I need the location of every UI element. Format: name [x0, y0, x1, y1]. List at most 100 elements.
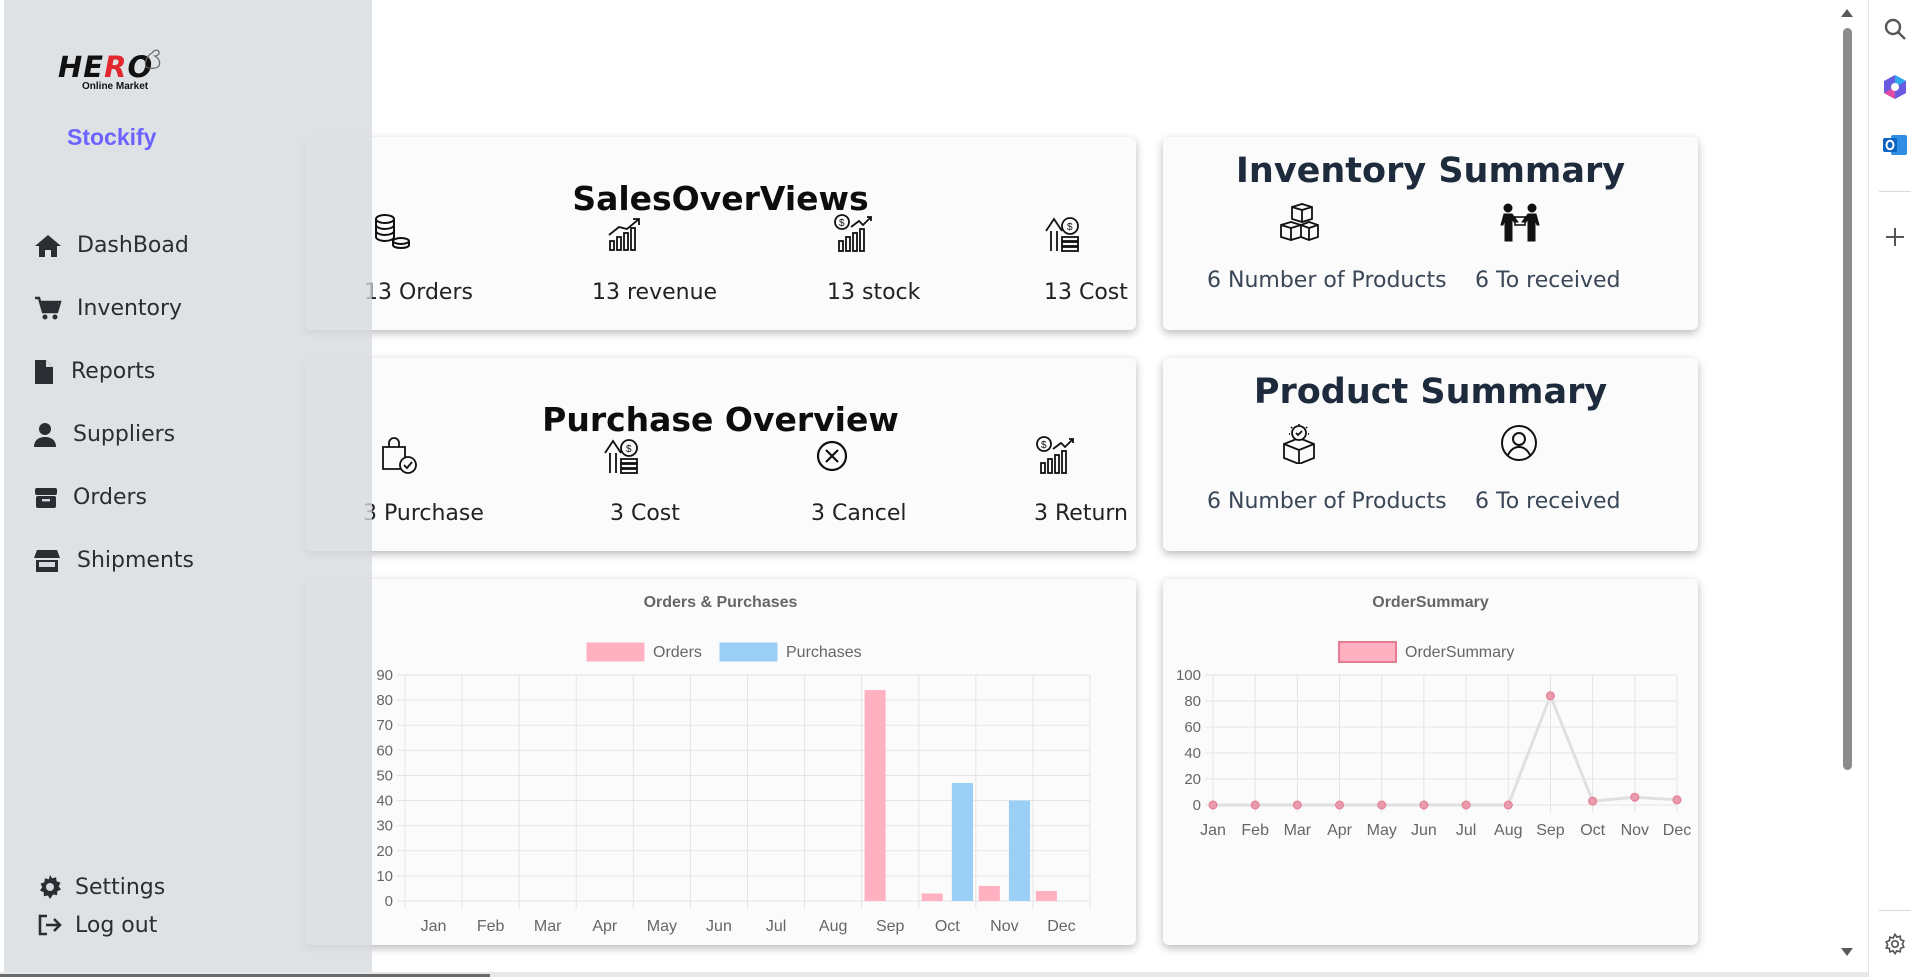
x-tick-label: May [1367, 822, 1397, 839]
sidebar-item-settings[interactable]: Settings [38, 868, 165, 906]
cancel-circle-icon[interactable] [815, 439, 849, 473]
x-tick-label: May [647, 918, 677, 935]
browser-side-panel [1868, 0, 1920, 977]
x-tick-label: Jan [1200, 822, 1226, 839]
sidebar-item-logout[interactable]: Log out [38, 906, 165, 944]
bar-purchases-nov [1008, 800, 1031, 901]
svg-text:$: $ [1067, 222, 1073, 233]
hero-logo[interactable]: HERO Online Market [54, 44, 164, 94]
sidebar-item-shipments[interactable]: Shipments [34, 529, 194, 592]
svg-text:$: $ [839, 218, 845, 229]
point-jun [1419, 800, 1429, 810]
legend-label-ordersummary: OrderSummary [1405, 644, 1514, 661]
user-circle-icon [1501, 425, 1537, 461]
point-may [1377, 800, 1387, 810]
page-scrollbar[interactable] [1838, 0, 1856, 977]
sidebar-item-label: Inventory [77, 296, 183, 321]
x-tick-label: Oct [935, 918, 960, 935]
legend-swatch-ordersummary [1338, 641, 1397, 663]
point-aug [1503, 800, 1513, 810]
sales-revenue-label: 13 revenue [592, 280, 718, 305]
panel-divider [1879, 191, 1911, 192]
x-tick-label: Jan [421, 918, 447, 935]
y-tick-label: 40 [1184, 745, 1201, 762]
inventory-summary-title: Inventory Summary [1235, 151, 1626, 191]
logo-subtitle: Online Market [82, 81, 149, 92]
growth-chart-icon [608, 218, 640, 251]
x-tick-label: Feb [1241, 822, 1269, 839]
purchase-cancel-label: 3 Cancel [811, 501, 907, 526]
search-icon[interactable] [1882, 16, 1908, 42]
y-tick-label: 60 [1184, 719, 1201, 736]
orders-purchases-chart-card: Orders & Purchases Orders Purchases 0 10 20 3… [305, 579, 1136, 945]
point-feb [1250, 800, 1260, 810]
sidebar-item-label: Shipments [77, 548, 194, 573]
x-tick-label: Dec [1663, 822, 1691, 839]
copilot-icon[interactable] [1882, 74, 1908, 100]
sidebar-item-reports[interactable]: Reports [34, 340, 194, 403]
sales-orders-label: 13 Orders [364, 280, 473, 305]
point-jan [1208, 800, 1218, 810]
cost-up-icon: $ [604, 439, 638, 474]
scroll-down-arrow-icon[interactable] [1841, 948, 1853, 956]
y-tick-label: 80 [376, 692, 393, 709]
x-tick-label: Nov [1621, 822, 1649, 839]
svg-text:$: $ [626, 444, 632, 455]
user-icon [34, 422, 68, 447]
y-tick-label: 10 [376, 868, 393, 885]
inventory-products-label: 6 Number of Products [1207, 268, 1447, 293]
legend-swatch-purchases [719, 642, 778, 662]
boxes-icon [1280, 203, 1319, 241]
point-jul [1461, 800, 1471, 810]
point-nov [1630, 792, 1640, 802]
dollar-bars-icon: $ [1036, 436, 1074, 474]
sales-cost-label: 13 Cost [1044, 280, 1128, 305]
x-tick-label: Aug [819, 918, 847, 935]
point-mar [1292, 800, 1302, 810]
dollar-bars-icon: $ [834, 214, 872, 252]
orders-purchases-bar-chart: Orders Purchases 0 10 20 30 40 50 60 70 80 90 Jan Feb… [376, 642, 1091, 935]
x-tick-label: Sep [876, 918, 905, 935]
sidebar: HERO Online Market Stockify DashBoad Inv… [4, 0, 372, 972]
x-tick-label: Nov [990, 918, 1018, 935]
x-tick-label: Jun [706, 918, 732, 935]
shopping-bag-check-icon [382, 437, 417, 474]
brand-name: Stockify [67, 124, 157, 150]
point-apr [1335, 800, 1345, 810]
store-icon [34, 549, 72, 573]
sidebar-item-dashboard[interactable]: DashBoad [34, 214, 194, 277]
x-tick-label: Oct [1580, 822, 1605, 839]
y-tick-label: 0 [1193, 797, 1201, 814]
y-tick-label: 90 [376, 667, 393, 684]
sales-overview-card: SalesOverViews $ $ 13 Orders 13 revenue … [305, 137, 1136, 330]
sidebar-item-inventory[interactable]: Inventory [34, 277, 194, 340]
sidebar-item-label: Log out [75, 912, 158, 938]
y-tick-label: 20 [376, 843, 393, 860]
sidebar-item-suppliers[interactable]: Suppliers [34, 403, 194, 466]
bar-orders-oct [921, 893, 943, 901]
cost-up-icon: $ [1045, 217, 1079, 252]
scroll-up-arrow-icon[interactable] [1841, 9, 1853, 17]
x-tick-label: Aug [1494, 822, 1522, 839]
logout-icon [38, 914, 70, 936]
settings-gear-icon[interactable] [1882, 931, 1908, 957]
x-tick-label: Mar [534, 918, 562, 935]
y-tick-label: 80 [1184, 693, 1201, 710]
plus-icon[interactable] [1882, 224, 1908, 250]
legend-label-orders: Orders [653, 644, 702, 661]
legend-swatch-orders [586, 642, 645, 662]
x-tick-label: Jul [766, 918, 786, 935]
inventory-summary-card: Inventory Summary 6 Number of Products 6… [1163, 137, 1698, 330]
outlook-icon[interactable] [1882, 132, 1908, 158]
cart-icon [34, 296, 72, 322]
sales-overview-title: SalesOverViews [572, 179, 869, 218]
sidebar-item-label: Reports [71, 359, 156, 384]
window-bottom-edge [0, 972, 1868, 977]
box-icon [34, 487, 68, 509]
order-summary-line-chart: OrderSummary 0 20 40 60 80 100 Jan Feb Mar Apr May J… [1176, 641, 1691, 839]
order-summary-chart-card: OrderSummary OrderSummary 0 20 40 60 80 100 Jan… [1163, 579, 1698, 945]
sidebar-item-orders[interactable]: Orders [34, 466, 194, 529]
purchase-return-label: 3 Return [1034, 501, 1128, 526]
scrollbar-thumb[interactable] [1843, 28, 1852, 770]
x-tick-label: Mar [1284, 822, 1312, 839]
